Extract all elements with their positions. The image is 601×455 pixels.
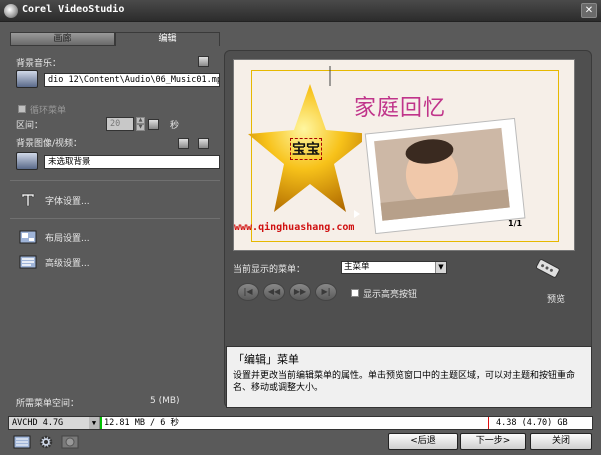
layout-settings-label: 布局设置... [45,233,90,244]
current-menu-value: 主菜单 [344,262,370,272]
background-music-label: 背景音乐： [16,59,62,69]
window-close-button[interactable]: ✕ [581,3,597,18]
first-page-button[interactable]: |◀ [237,283,259,301]
disc-settings-icon[interactable] [60,433,80,450]
background-video-options-icon[interactable] [198,138,209,149]
show-highlight-checkbox[interactable] [351,289,359,297]
show-highlight-label: 显示高亮按钮 [363,290,418,300]
menu-space-label: 所需菜单空间： [16,399,80,409]
advanced-settings-button[interactable]: 高级设置... [18,254,90,270]
preview-chapter-label[interactable]: 宝宝 [290,138,322,160]
font-icon [18,192,38,208]
music-options-icon[interactable] [198,56,209,67]
background-image-options-icon[interactable] [178,138,189,149]
font-settings-button[interactable]: 字体设置... [18,192,90,208]
list-settings-icon[interactable] [12,433,32,450]
page-counter: 1/1 [508,219,523,228]
separator [10,180,220,181]
app-logo-icon [4,4,18,18]
current-menu-select[interactable]: 主菜单 ▼ [341,261,447,274]
font-settings-label: 字体设置... [45,196,90,207]
separator [10,218,220,219]
advanced-settings-icon [18,254,38,270]
music-folder-icon[interactable] [16,70,38,88]
loop-menu-label: 循环菜单 [30,106,67,116]
help-text: 设置并更改当前编辑菜单的属性。单击预览窗口中的主题区域，可以对主题和按钮重命名、… [233,371,576,393]
tab-gallery[interactable]: 画廊 [10,32,115,46]
background-music-path[interactable]: dio 12\Content\Audio\06_Music01.mpa [44,73,220,87]
menu-properties-panel: 画廊 编辑 背景音乐： dio 12\Content\Audio\06_Musi… [10,32,220,412]
disc-usage-fill [100,417,102,429]
image-folder-icon[interactable] [16,152,38,170]
preview-button-label[interactable]: 预览 [547,292,565,305]
previous-page-button[interactable]: ◀◀ [263,283,285,301]
interval-input[interactable]: 20 [106,117,134,131]
menu-preview-canvas[interactable]: 家庭回忆 宝宝 1/1 www.qinghuashang.com [233,59,575,251]
loop-menu-checkbox[interactable] [18,105,26,113]
remote-control-icon[interactable] [533,257,561,279]
disc-capacity-marker [488,417,489,429]
background-media-field[interactable]: 未选取背景 [44,155,220,169]
interval-label: 区间： [16,121,44,131]
last-page-button[interactable]: ▶| [315,283,337,301]
watermark-text: www.qinghuashang.com [234,222,355,233]
chevron-down-icon[interactable]: ▼ [89,417,99,429]
play-button-marker[interactable] [354,210,360,218]
current-menu-label: 当前显示的菜单： [233,265,306,275]
layout-icon [18,229,38,245]
disc-usage-meter: 12.81 MB / 6 秒 4.38 (4.70) GB [100,417,592,429]
help-description-box: 「编辑」菜单 设置并更改当前编辑菜单的属性。单击预览窗口中的主题区域，可以对主题… [226,346,592,408]
interval-unit: 秒 [170,121,180,131]
back-button[interactable]: <后退 [388,433,458,450]
title-bar: Corel VideoStudio ✕ [0,0,601,22]
interval-clock-icon[interactable] [148,119,159,130]
window-title: Corel VideoStudio [22,4,125,15]
layout-settings-button[interactable]: 布局设置... [18,229,90,245]
background-media-label: 背景图像/视频： [16,139,83,149]
bottom-toolbar [12,433,80,450]
tab-edit[interactable]: 编辑 [115,32,220,46]
close-button[interactable]: 关闭 [530,433,592,450]
next-page-button[interactable]: ▶▶ [289,283,311,301]
photo-frame[interactable] [362,116,528,234]
menu-space-value: 5 (MB) [150,396,180,406]
current-menu-row: 当前显示的菜单： 主菜单 ▼ [233,261,573,277]
interval-stepper[interactable]: ▲ ▼ [136,117,145,131]
disc-format-select[interactable]: AVCHD 4.7G ▼ [9,417,99,429]
disc-format-value: AVCHD 4.7G [12,418,64,428]
disc-free-text: 4.38 (4.70) GB [496,418,568,428]
help-title: 「编辑」菜单 [233,353,299,366]
chevron-down-icon[interactable]: ▼ [435,262,446,273]
gear-icon[interactable] [36,433,56,450]
advanced-settings-label: 高级设置... [45,258,90,269]
panel-tabs: 画廊 编辑 [10,32,220,46]
next-button[interactable]: 下一步> [460,433,526,450]
disc-used-text: 12.81 MB / 6 秒 [104,418,180,428]
disc-usage-bar: AVCHD 4.7G ▼ 12.81 MB / 6 秒 4.38 (4.70) … [8,416,593,430]
